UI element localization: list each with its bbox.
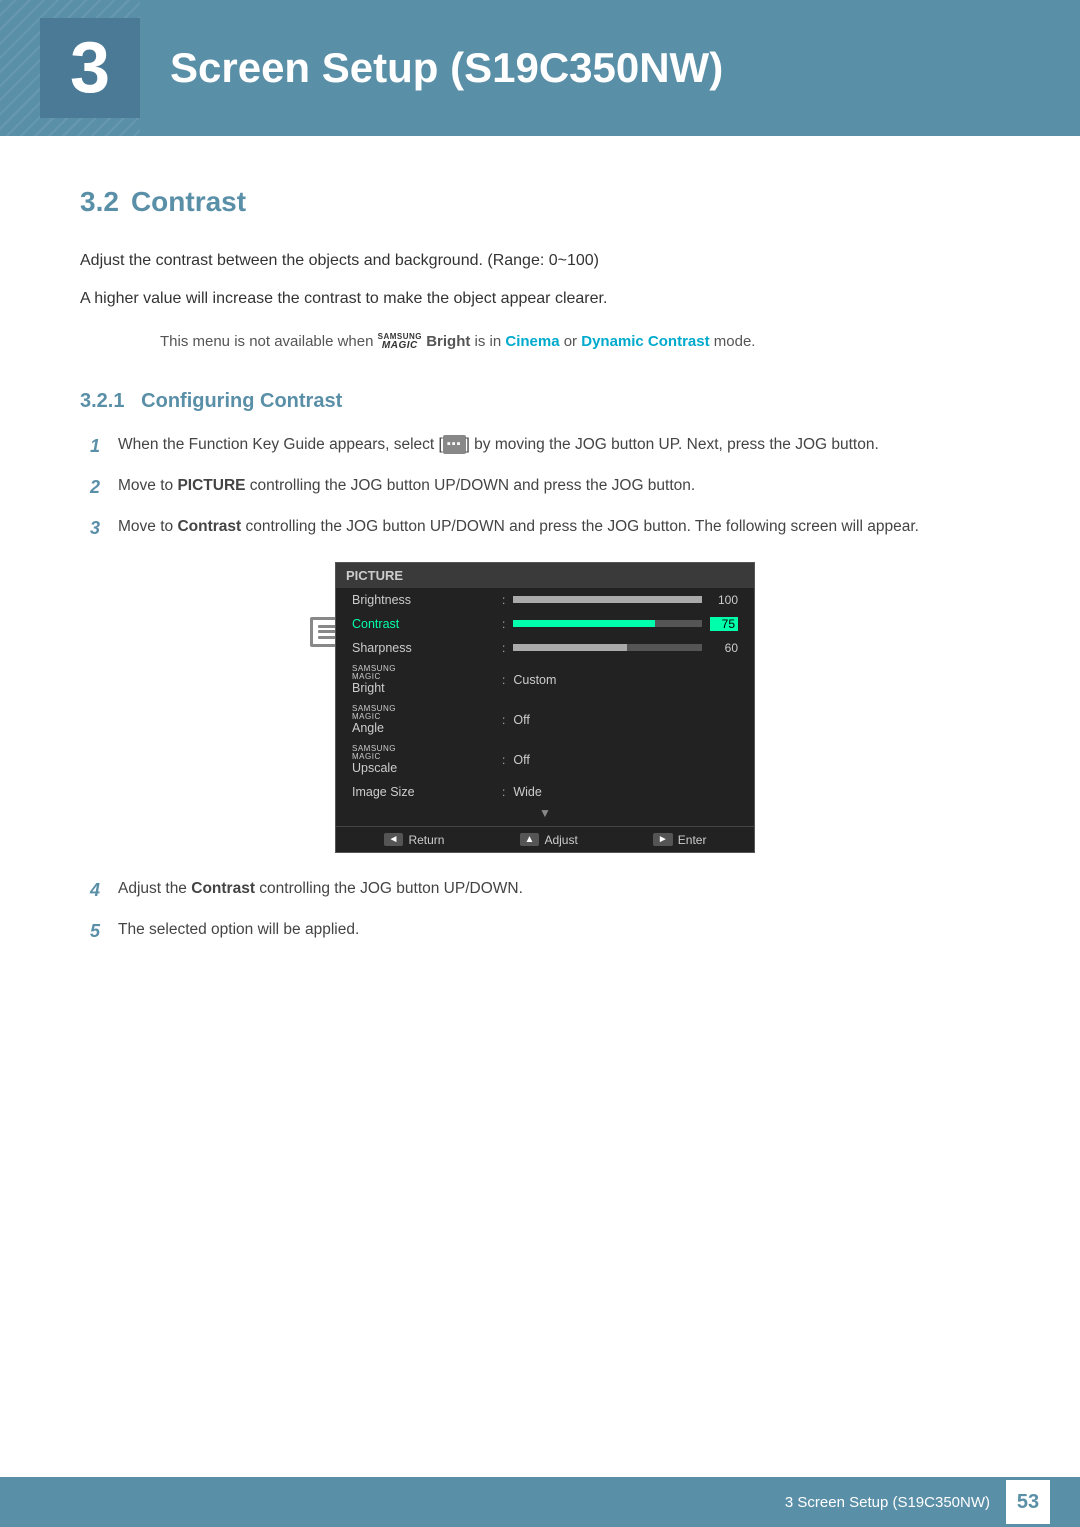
samsung-magic-label: SAMSUNG MAGIC [378, 333, 422, 351]
osd-label-sharpness: Sharpness [352, 641, 502, 655]
step-2-number: 2 [90, 474, 118, 501]
osd-footer-adjust: ▲ Adjust [520, 833, 578, 847]
osd-label-brightness: Brightness [352, 593, 502, 607]
osd-row-sharpness: Sharpness : 60 [336, 636, 754, 660]
step-2-content: Move to PICTURE controlling the JOG butt… [118, 474, 1000, 497]
step-3: 3 Move to Contrast controlling the JOG b… [90, 515, 1000, 542]
osd-footer-enter: ► Enter [653, 833, 707, 847]
osd-sep-angle: : [502, 713, 505, 727]
osd-footer: ◄ Return ▲ Adjust ► Enter [336, 826, 754, 852]
section-heading: 3.2 Contrast [80, 186, 1000, 218]
osd-label-imagesize: Image Size [352, 785, 502, 799]
step-4: 4 Adjust the Contrast controlling the JO… [90, 877, 1000, 904]
chapter-number: 3 [70, 32, 110, 104]
section-title-text: Contrast [131, 186, 246, 218]
osd-val-bright: Custom [513, 673, 556, 687]
step-4-number: 4 [90, 877, 118, 904]
section-number: 3.2 [80, 186, 119, 218]
osd-sep-upscale: : [502, 753, 505, 767]
step-2: 2 Move to PICTURE controlling the JOG bu… [90, 474, 1000, 501]
osd-track-sharpness [513, 644, 702, 651]
osd-row-upscale: SAMSUNGMAGICUpscale : Off [336, 740, 754, 780]
osd-row-angle: SAMSUNGMAGICAngle : Off [336, 700, 754, 740]
steps-list: 1 When the Function Key Guide appears, s… [90, 433, 1000, 945]
chapter-box: 3 [40, 18, 140, 118]
note-text: This menu is not available when [160, 333, 378, 350]
osd-sep-contrast: : [502, 617, 505, 631]
osd-label-upscale: SAMSUNGMAGICUpscale [352, 745, 502, 775]
osd-btn-adjust: ▲ [520, 833, 540, 846]
osd-row-bright: SAMSUNGMAGICBright : Custom [336, 660, 754, 700]
osd-value-contrast: 75 [710, 617, 738, 631]
subsection-heading: 3.2.1 Configuring Contrast [80, 390, 1000, 413]
osd-sep-imagesize: : [502, 785, 505, 799]
osd-label-bright: SAMSUNGMAGICBright [352, 665, 502, 695]
osd-val-imagesize: Wide [513, 785, 541, 799]
page-footer: 3 Screen Setup (S19C350NW) 53 [0, 1477, 1080, 1527]
step-4-content: Adjust the Contrast controlling the JOG … [118, 877, 1000, 900]
osd-sep-sharpness: : [502, 641, 505, 655]
step-5-content: The selected option will be applied. [118, 918, 1000, 941]
footer-page-number: 53 [1006, 1480, 1050, 1524]
osd-footer-return: ◄ Return [384, 833, 445, 847]
step-5-number: 5 [90, 918, 118, 945]
osd-bar-brightness: 100 [513, 593, 738, 607]
osd-footer-return-label: Return [408, 833, 444, 847]
osd-val-upscale: Off [513, 753, 529, 767]
jog-icon: ▪▪▪ [443, 435, 466, 454]
subsection-title-text: Configuring Contrast [141, 390, 342, 412]
note-or: or [564, 333, 582, 350]
osd-fill-contrast [513, 620, 654, 627]
osd-wrapper: PICTURE Brightness : 100 Contrast [90, 562, 1000, 853]
osd-track-brightness [513, 596, 702, 603]
note-dynamic: Dynamic Contrast [581, 333, 709, 350]
osd-val-angle: Off [513, 713, 529, 727]
note-box: This menu is not available when SAMSUNG … [160, 331, 920, 354]
osd-track-contrast [513, 620, 702, 627]
osd-fill-sharpness [513, 644, 626, 651]
osd-row-brightness: Brightness : 100 [336, 588, 754, 612]
osd-label-angle: SAMSUNGMAGICAngle [352, 705, 502, 735]
step-1-number: 1 [90, 433, 118, 460]
osd-fill-brightness [513, 596, 702, 603]
osd-more-indicator: ▼ [336, 804, 754, 822]
step-5: 5 The selected option will be applied. [90, 918, 1000, 945]
osd-value-brightness: 100 [710, 593, 738, 607]
step-3-bold: Contrast [177, 518, 241, 535]
osd-btn-return: ◄ [384, 833, 404, 846]
osd-footer-enter-label: Enter [678, 833, 707, 847]
footer-text: 3 Screen Setup (S19C350NW) [785, 1494, 990, 1511]
osd-title-text: PICTURE [346, 568, 403, 583]
note-bright: Bright [426, 333, 474, 350]
main-content: 3.2 Contrast Adjust the contrast between… [0, 136, 1080, 1039]
osd-bar-contrast: 75 [513, 617, 738, 631]
note-cinema: Cinema [505, 333, 559, 350]
description-1: Adjust the contrast between the objects … [80, 248, 1000, 274]
step-3-number: 3 [90, 515, 118, 542]
step-2-bold: PICTURE [177, 477, 245, 494]
header-title: Screen Setup (S19C350NW) [170, 44, 723, 92]
osd-row-contrast: Contrast : 75 [336, 612, 754, 636]
osd-footer-adjust-label: Adjust [544, 833, 577, 847]
osd-sep-brightness: : [502, 593, 505, 607]
step-1-content: When the Function Key Guide appears, sel… [118, 433, 1000, 456]
note-middle: is in [475, 333, 506, 350]
note-end: mode. [714, 333, 756, 350]
osd-btn-enter: ► [653, 833, 673, 846]
step-3-content: Move to Contrast controlling the JOG but… [118, 515, 1000, 538]
step-4-bold: Contrast [191, 880, 255, 897]
osd-bar-sharpness: 60 [513, 641, 738, 655]
osd-title-bar: PICTURE [336, 563, 754, 588]
description-2: A higher value will increase the contras… [80, 286, 1000, 312]
osd-row-imagesize: Image Size : Wide [336, 780, 754, 804]
subsection-number: 3.2.1 [80, 390, 124, 412]
osd-value-sharpness: 60 [710, 641, 738, 655]
page-header: 3 Screen Setup (S19C350NW) [0, 0, 1080, 136]
osd-screen: PICTURE Brightness : 100 Contrast [335, 562, 755, 853]
osd-label-contrast: Contrast [352, 617, 502, 631]
osd-sep-bright: : [502, 673, 505, 687]
step-1: 1 When the Function Key Guide appears, s… [90, 433, 1000, 460]
